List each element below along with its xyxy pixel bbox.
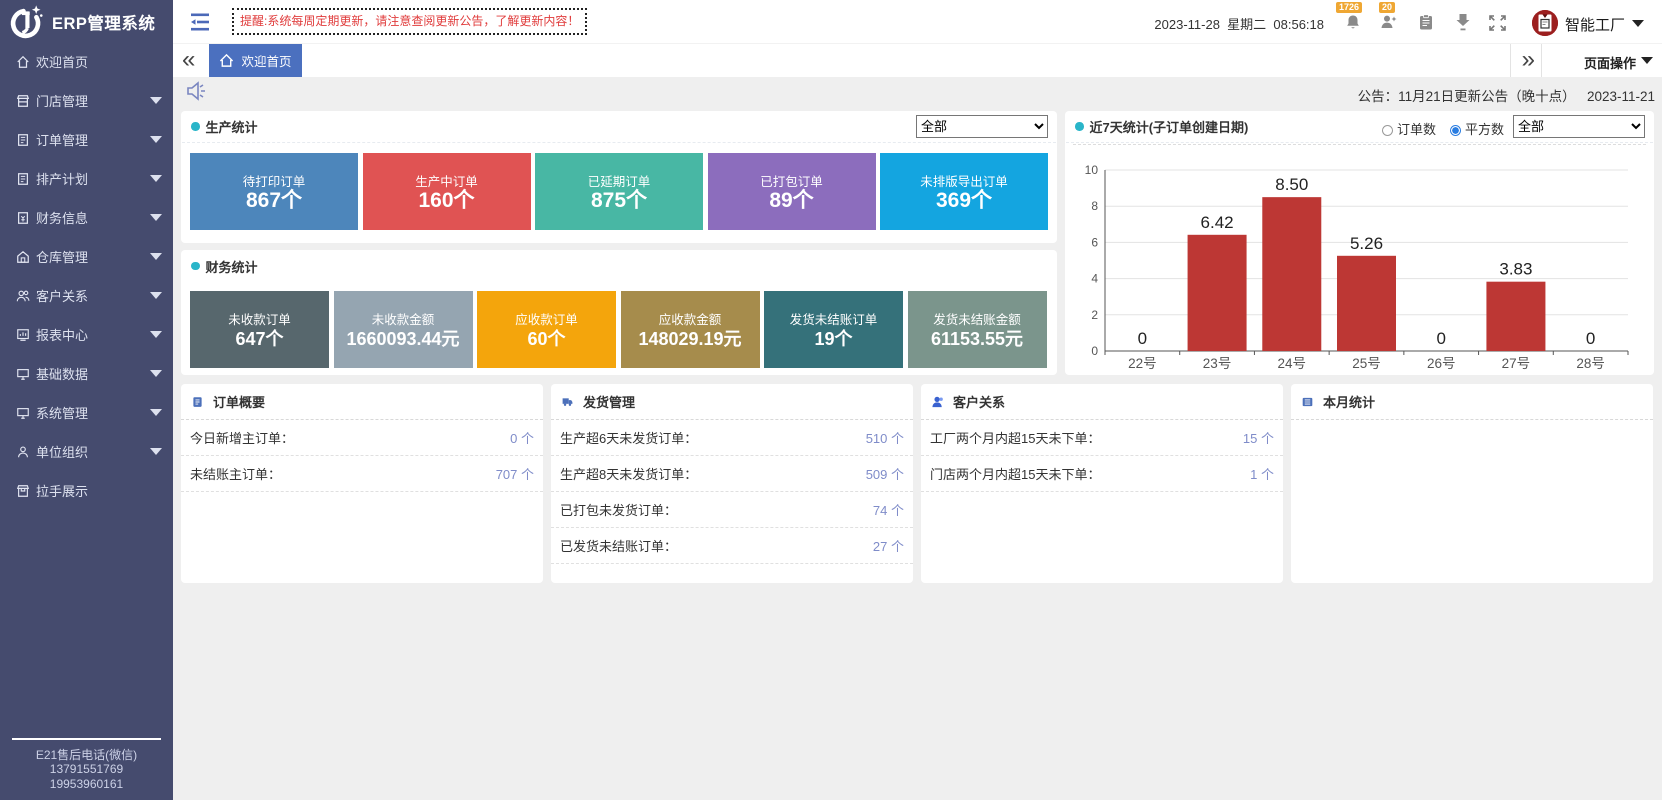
svg-text:0: 0 — [1586, 329, 1595, 348]
svg-text:28号: 28号 — [1576, 356, 1605, 371]
svg-text:24号: 24号 — [1278, 356, 1307, 371]
svg-text:8: 8 — [1091, 199, 1098, 213]
svg-text:4: 4 — [1091, 272, 1098, 286]
svg-text:6: 6 — [1091, 235, 1098, 249]
svg-text:22号: 22号 — [1128, 356, 1157, 371]
svg-text:10: 10 — [1085, 163, 1099, 177]
svg-text:23号: 23号 — [1203, 356, 1232, 371]
svg-text:8.50: 8.50 — [1275, 175, 1308, 194]
svg-text:27号: 27号 — [1502, 356, 1531, 371]
svg-text:6.42: 6.42 — [1201, 213, 1234, 232]
svg-text:0: 0 — [1138, 329, 1147, 348]
svg-text:26号: 26号 — [1427, 356, 1456, 371]
svg-text:0: 0 — [1091, 344, 1098, 358]
svg-text:25号: 25号 — [1352, 356, 1381, 371]
svg-text:5.26: 5.26 — [1350, 234, 1383, 253]
svg-text:0: 0 — [1436, 329, 1445, 348]
svg-text:3.83: 3.83 — [1499, 260, 1532, 279]
svg-text:2: 2 — [1091, 308, 1098, 322]
